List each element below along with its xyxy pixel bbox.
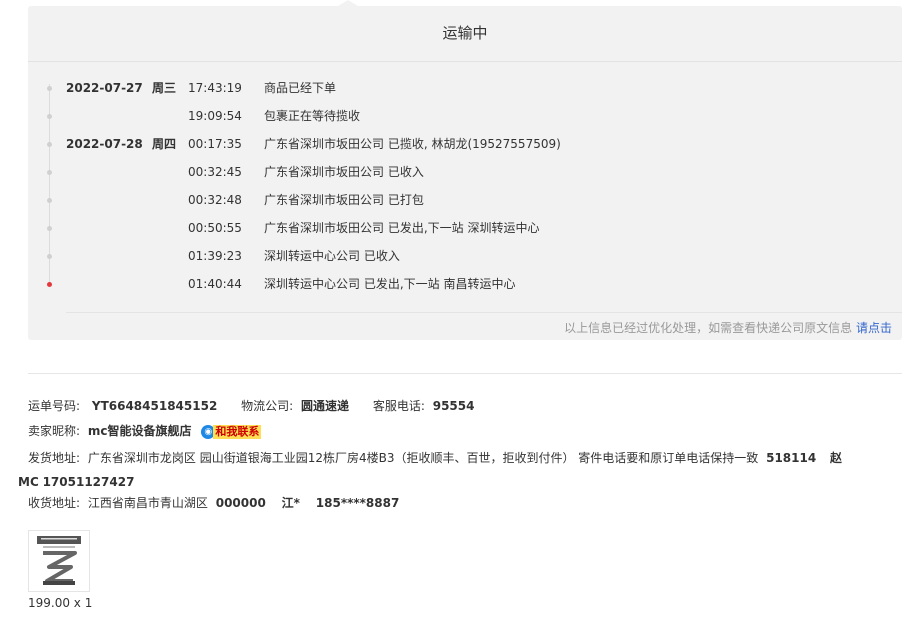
timeline-dot bbox=[47, 142, 52, 147]
ship-from-label: 发货地址: bbox=[28, 451, 81, 465]
timeline-date: 2022-07-28 bbox=[66, 137, 143, 151]
ship-to-name: 江* bbox=[281, 496, 300, 510]
seller-name: mc智能设备旗舰店 bbox=[87, 424, 192, 438]
service-phone-label: 客服电话: bbox=[372, 399, 425, 413]
timeline-time: 00:32:48 bbox=[188, 193, 242, 207]
timeline-dot bbox=[47, 226, 52, 231]
carrier-label: 物流公司: bbox=[241, 399, 294, 413]
timeline-entry: 01:39:23 深圳转运中心公司 已收入 bbox=[28, 247, 902, 265]
timeline-desc: 广东省深圳市坂田公司 已打包 bbox=[264, 193, 424, 207]
timeline-desc: 广东省深圳市坂田公司 已收入 bbox=[264, 165, 424, 179]
current-status-dot bbox=[47, 282, 52, 287]
ship-to-info: 收货地址: 江西省南昌市青山湖区 000000 江* 185****8887 bbox=[28, 494, 399, 512]
view-original-link[interactable]: 请点击 bbox=[856, 321, 892, 335]
ship-to-phone: 185****8887 bbox=[315, 496, 400, 510]
note-text: 以上信息已经过优化处理，如需查看快递公司原文信息 bbox=[564, 321, 856, 335]
timeline-desc: 广东省深圳市坂田公司 已发出,下一站 深圳转运中心 bbox=[264, 221, 540, 235]
order-number: YT6648451845152 bbox=[91, 399, 218, 413]
seller-label: 卖家昵称: bbox=[28, 424, 81, 438]
ship-to-label: 收货地址: bbox=[28, 496, 81, 510]
shipment-info: 运单号码: YT6648451845152 物流公司: 圆通速递 客服电话: 9… bbox=[28, 397, 474, 415]
seller-info: 卖家昵称: mc智能设备旗舰店 ◉ 和我联系 bbox=[28, 422, 262, 441]
timeline-time: 00:50:55 bbox=[188, 221, 242, 235]
ship-from-info: 发货地址: 广东省深圳市龙岗区 园山街道银海工业园12栋厂房4楼B3（拒收顺丰、… bbox=[18, 446, 858, 494]
timeline-entry: 01:40:44 深圳转运中心公司 已发出,下一站 南昌转运中心 bbox=[28, 275, 902, 293]
timeline-time: 01:40:44 bbox=[188, 277, 242, 291]
timeline-dot bbox=[47, 170, 52, 175]
timeline-time: 17:43:19 bbox=[188, 81, 242, 95]
contact-badge-label: 和我联系 bbox=[213, 425, 262, 439]
panel-footer-divider bbox=[66, 312, 902, 313]
timeline-date: 2022-07-27 bbox=[66, 81, 143, 95]
timeline-dot bbox=[47, 114, 52, 119]
timeline-weekday: 周四 bbox=[152, 137, 177, 151]
timeline-time: 00:32:45 bbox=[188, 165, 242, 179]
contact-seller-button[interactable]: ◉ 和我联系 bbox=[201, 423, 262, 441]
section-divider bbox=[28, 373, 902, 374]
timeline-entry: 2022-07-28 周四 00:17:35 广东省深圳市坂田公司 已揽收, 林胡龙(… bbox=[28, 135, 902, 153]
timeline-entry: 2022-07-27 周三 17:43:19 商品已经下单 bbox=[28, 79, 902, 97]
timeline-desc: 深圳转运中心公司 已收入 bbox=[264, 249, 400, 263]
timeline-entry: 00:50:55 广东省深圳市坂田公司 已发出,下一站 深圳转运中心 bbox=[28, 219, 902, 237]
status-title: 运输中 bbox=[442, 24, 488, 42]
ship-to-address: 江西省南昌市青山湖区 bbox=[87, 496, 208, 510]
timeline-time: 01:39:23 bbox=[188, 249, 242, 263]
timeline-dot bbox=[47, 198, 52, 203]
order-label: 运单号码: bbox=[28, 399, 81, 413]
ship-to-postcode: 000000 bbox=[215, 496, 266, 510]
timeline-entry: 19:09:54 包裹正在等待揽收 bbox=[28, 107, 902, 125]
product-image bbox=[29, 531, 89, 591]
timeline-entry: 00:32:48 广东省深圳市坂田公司 已打包 bbox=[28, 191, 902, 209]
ship-from-address: 广东省深圳市龙岗区 园山街道银海工业园12栋厂房4楼B3（拒收顺丰、百世，拒收到… bbox=[87, 451, 759, 465]
timeline-desc: 包裹正在等待揽收 bbox=[264, 109, 361, 123]
ship-from-phone: 17051127427 bbox=[42, 475, 135, 489]
optimization-note: 以上信息已经过优化处理，如需查看快递公司原文信息 请点击 bbox=[564, 319, 892, 336]
timeline-entry: 00:32:45 广东省深圳市坂田公司 已收入 bbox=[28, 163, 902, 181]
ship-from-postcode: 518114 bbox=[766, 451, 817, 465]
title-divider bbox=[28, 61, 902, 62]
product-price-qty: 199.00 x 1 bbox=[28, 596, 93, 610]
timeline-time: 00:17:35 bbox=[188, 137, 242, 151]
logistics-panel: 运输中 2022-07-27 周三 17:43:19 商品已经下单 19:09:54 包裹… bbox=[28, 0, 902, 340]
service-phone: 95554 bbox=[432, 399, 475, 413]
product-thumbnail[interactable] bbox=[28, 530, 90, 592]
timeline-desc: 深圳转运中心公司 已发出,下一站 南昌转运中心 bbox=[264, 277, 516, 291]
timeline-weekday: 周三 bbox=[152, 81, 177, 95]
timeline-dot bbox=[47, 86, 52, 91]
timeline-desc: 广东省深圳市坂田公司 已揽收, 林胡龙(19527557509) bbox=[264, 137, 561, 151]
timeline-time: 19:09:54 bbox=[188, 109, 242, 123]
timeline-dot bbox=[47, 254, 52, 259]
carrier-name: 圆通速递 bbox=[301, 399, 350, 413]
timeline-desc: 商品已经下单 bbox=[264, 81, 337, 95]
